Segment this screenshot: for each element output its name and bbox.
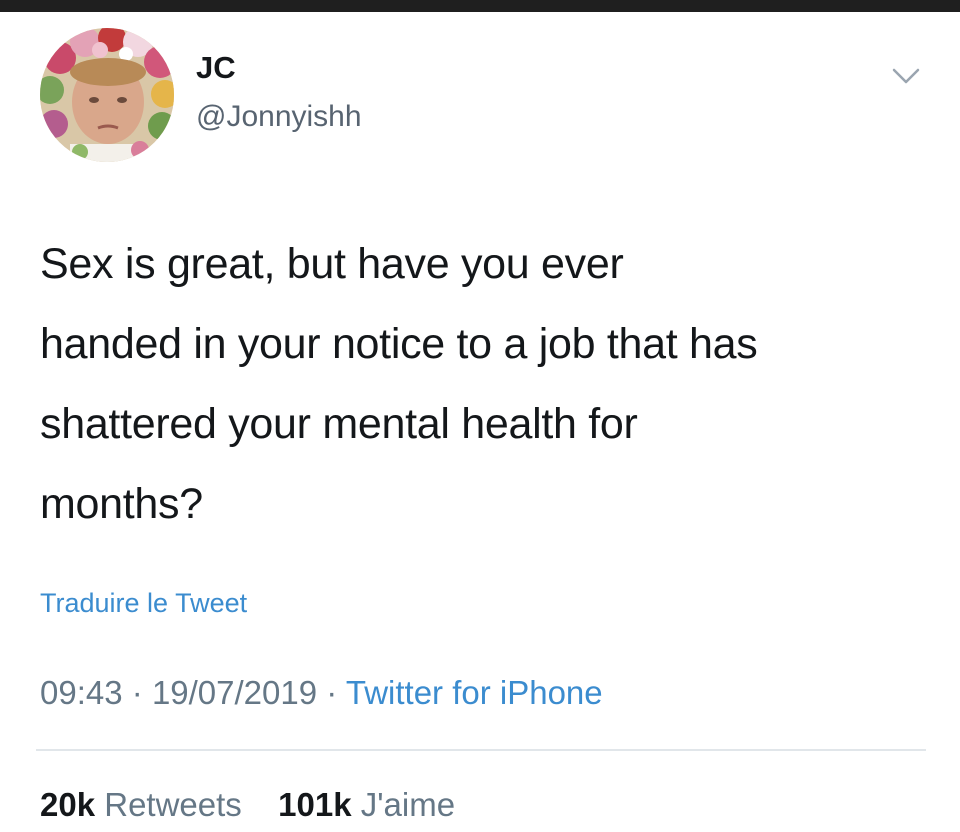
author-handle[interactable]: @Jonnyishh [196,102,362,132]
chevron-down-icon [892,68,920,84]
likes-stat[interactable]: 101k J'aime [269,786,455,823]
likes-count: 101k [278,786,352,823]
top-bar [0,0,960,12]
retweets-label: Retweets [104,786,242,823]
translate-tweet-link[interactable]: Traduire le Tweet [40,590,247,617]
avatar-image [40,28,174,162]
avatar[interactable] [40,28,174,162]
retweets-stat[interactable]: 20k Retweets [40,786,251,823]
tweet-meta: 09:43 · 19/07/2019 · Twitter for iPhone [40,676,603,709]
tweet-time[interactable]: 09:43 [40,674,123,711]
likes-label: J'aime [360,786,456,823]
meta-separator: · [326,674,338,711]
author-display-name[interactable]: JC [196,52,236,83]
retweets-count: 20k [40,786,96,823]
tweet-date[interactable]: 19/07/2019 [152,674,317,711]
tweet-text-line: handed in your notice to a job that has [40,320,758,368]
tweet-text-line: Sex is great, but have you ever [40,240,624,288]
tweet-menu-button[interactable] [888,62,924,90]
tweet-text-line: shattered your mental health for [40,400,638,448]
tweet-stats: 20k Retweets 101k J'aime [40,788,455,821]
tweet-text-line: months? [40,480,203,528]
tweet-screenshot: JC @Jonnyishh Sex is great, but have you… [0,0,960,832]
meta-separator: · [131,674,143,711]
divider [36,749,926,751]
tweet-source-link[interactable]: Twitter for iPhone [346,674,603,711]
tweet-text: Sex is great, but have you ever handed i… [40,224,930,544]
